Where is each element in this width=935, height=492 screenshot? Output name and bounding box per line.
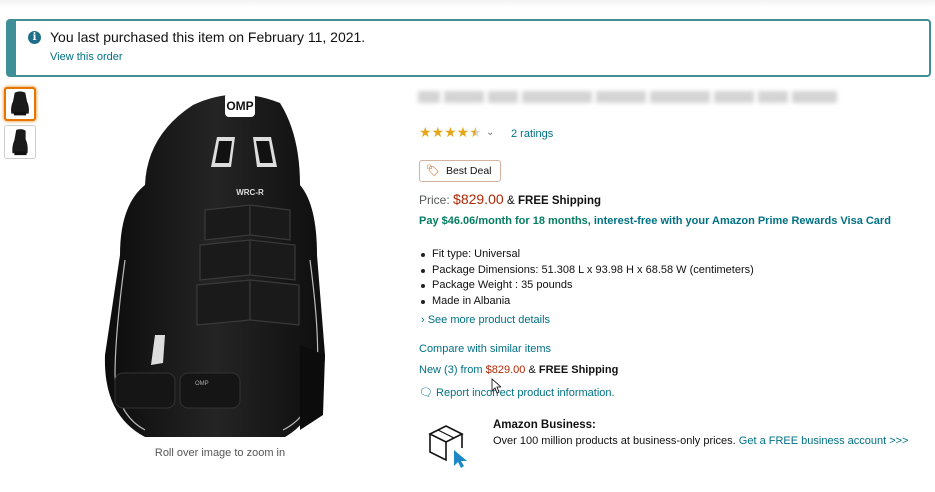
new-offers-amp: & [528, 364, 536, 376]
list-item: Fit type: Universal [419, 248, 754, 264]
price-amp: & [506, 195, 515, 207]
omp-logo: OMP [226, 99, 253, 113]
comment-icon: 🗨 [419, 387, 433, 399]
business-title: Amazon Business: [493, 419, 596, 431]
seat-thumbnail-icon [12, 129, 28, 156]
seat-thumbnail-icon [11, 91, 29, 116]
seat-main-image[interactable]: OMP WRC-R OMP [85, 85, 375, 445]
alert-message: You last purchased this item on February… [50, 29, 366, 45]
see-more-details-link[interactable]: › See more product details [421, 314, 550, 326]
product-title-redacted [418, 88, 858, 108]
best-deal-badge: 🏷 Best Deal [419, 160, 501, 182]
report-incorrect-info-link[interactable]: 🗨 Report incorrect product information. [419, 386, 615, 399]
price-row: Price: $829.00 & FREE Shipping [419, 191, 601, 207]
compare-similar-link[interactable]: Compare with similar items [419, 343, 551, 355]
new-offers-shipping: FREE Shipping [538, 364, 619, 376]
seat-front-thumbnail[interactable] [4, 87, 36, 121]
finance-card-text: interest-free with your Amazon Prime Rew… [590, 215, 891, 227]
price-label: Price: [419, 193, 450, 207]
info-icon: i [28, 31, 41, 44]
list-item: Made in Albania [419, 295, 754, 311]
svg-text:OMP: OMP [195, 381, 209, 387]
feature-bullets: Fit type: Universal Package Dimensions: … [419, 248, 754, 310]
new-offers-link[interactable]: New (3) from $829.00 & FREE Shipping [419, 364, 618, 376]
top-shadow [0, 0, 935, 8]
business-offer-text: Over 100 million products at business-on… [493, 435, 908, 447]
zoom-hint: Roll over image to zoom in [154, 447, 286, 459]
mouse-pointer-icon [491, 378, 501, 394]
box-cursor-icon [428, 425, 467, 468]
business-text: Over 100 million products at business-on… [493, 435, 736, 447]
seat-angle-thumbnail[interactable] [4, 125, 36, 159]
new-offers-label[interactable]: New (3) from [419, 364, 483, 376]
finance-amount: Pay $46.06/month for 18 months, [419, 215, 591, 227]
financing-offer[interactable]: Pay $46.06/month for 18 months, interest… [419, 215, 891, 227]
chevron-down-icon[interactable]: ⌄ [486, 127, 494, 138]
list-item: Package Weight : 35 pounds [419, 279, 754, 295]
report-label: Report incorrect product information. [436, 387, 615, 399]
list-item: Package Dimensions: 51.308 L x 93.98 H x… [419, 264, 754, 280]
new-offers-price: $829.00 [485, 364, 526, 376]
price-value: $829.00 [453, 191, 504, 207]
tag-icon: 🏷 [426, 165, 440, 177]
ratings-count-link[interactable]: 2 ratings [511, 128, 553, 140]
badge-label: Best Deal [445, 165, 492, 177]
seat-model-label: WRC-R [236, 188, 264, 197]
purchase-alert-banner: i You last purchased this item on Februa… [6, 19, 931, 77]
view-order-link[interactable]: View this order [50, 51, 123, 63]
business-account-link[interactable]: Get a FREE business account >>> [739, 435, 909, 447]
free-shipping-label[interactable]: FREE Shipping [518, 195, 601, 207]
star-rating[interactable]: ★★★★★ [419, 124, 482, 141]
